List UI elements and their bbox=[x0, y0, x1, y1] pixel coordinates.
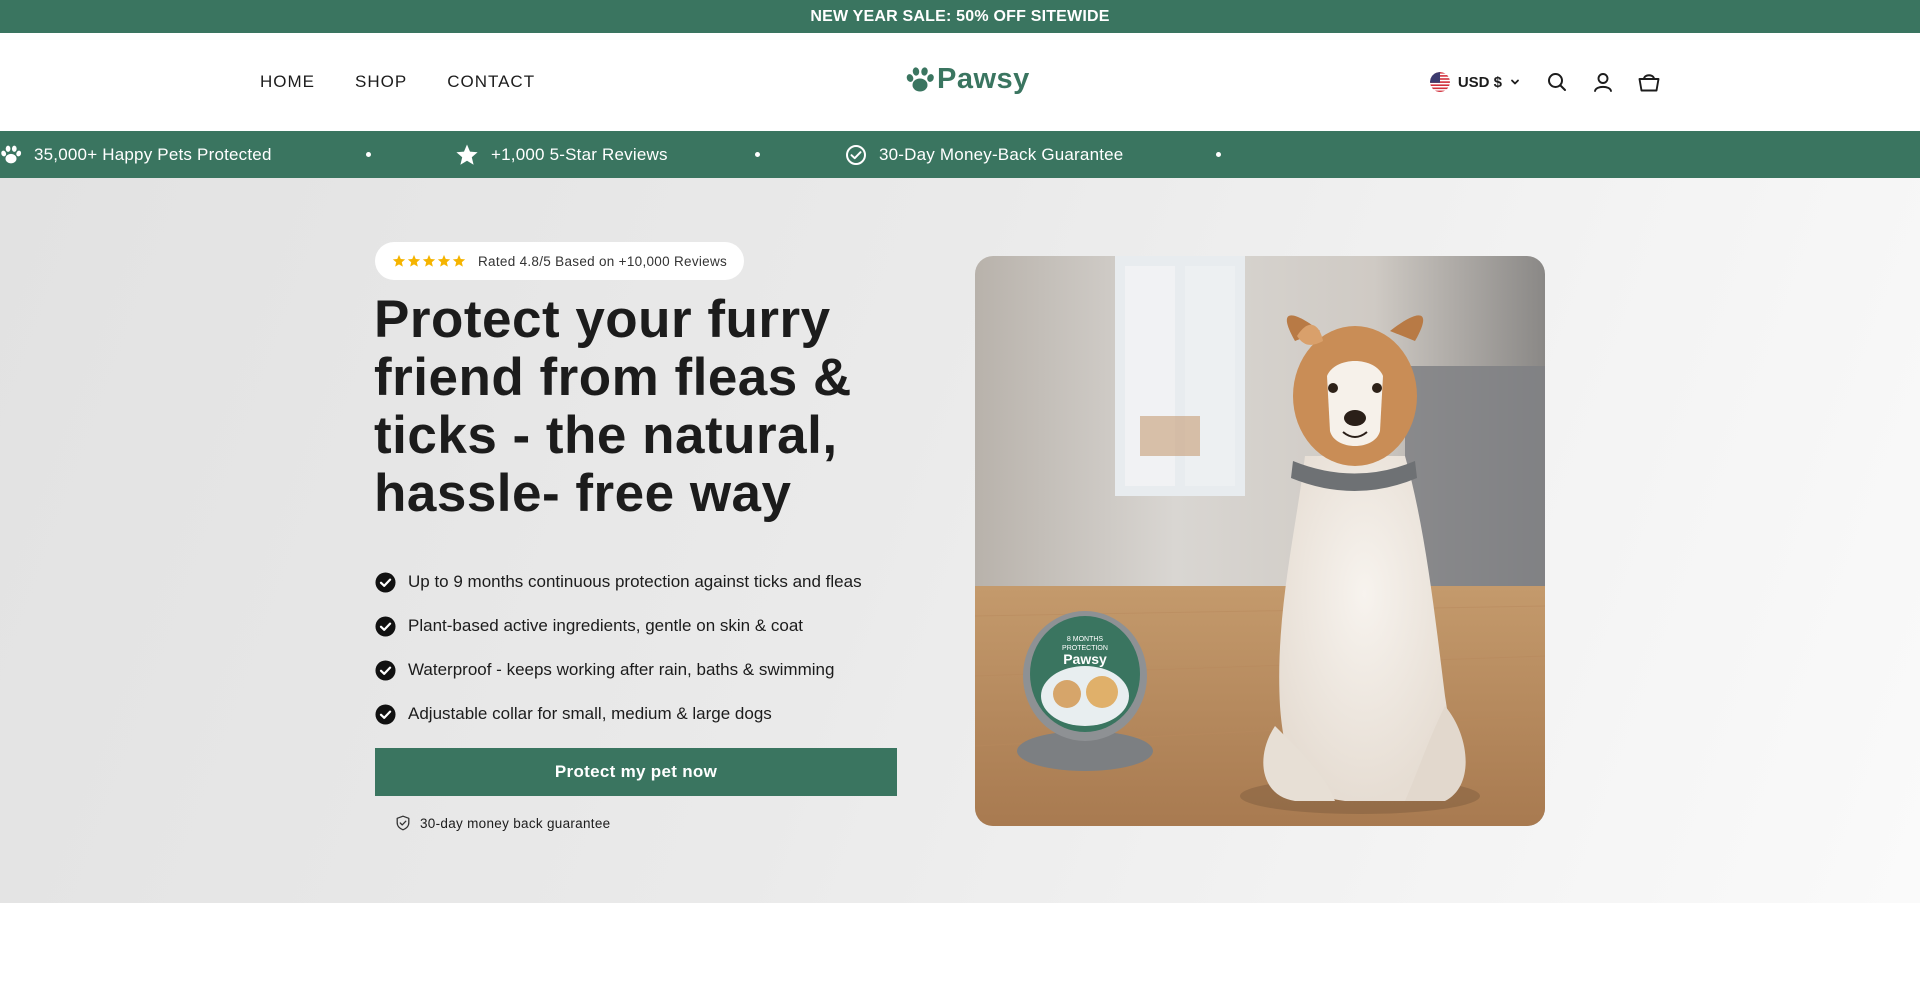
trust-item-label: +1,000 5-Star Reviews bbox=[491, 144, 668, 164]
cart-button[interactable] bbox=[1636, 69, 1662, 95]
shield-check-icon bbox=[396, 815, 410, 831]
check-circle-icon bbox=[375, 571, 396, 593]
benefit-item: Adjustable collar for small, medium & la… bbox=[375, 692, 862, 736]
logo-text: Pawsy bbox=[937, 63, 1030, 95]
header-actions: USD $ bbox=[1429, 33, 1662, 131]
account-button[interactable] bbox=[1590, 69, 1616, 95]
trust-item-label: 35,000+ Happy Pets Protected bbox=[34, 144, 272, 164]
rating-stars bbox=[392, 254, 466, 268]
benefit-text: Waterproof - keeps working after rain, b… bbox=[408, 660, 835, 679]
benefit-item: Plant-based active ingredients, gentle o… bbox=[375, 604, 862, 648]
product-lid-text: PROTECTION bbox=[1062, 645, 1108, 652]
benefit-item: Up to 9 months continuous protection aga… bbox=[375, 560, 862, 604]
guarantee-text: 30-day money back guarantee bbox=[420, 815, 611, 831]
star-icon bbox=[392, 254, 406, 267]
main-nav: HOME SHOP CONTACT bbox=[260, 33, 535, 131]
paw-icon bbox=[906, 66, 934, 91]
check-circle-icon bbox=[846, 144, 866, 165]
hero-headline: Protect your furry friend from fleas & t… bbox=[374, 290, 852, 523]
announcement-bar: NEW YEAR SALE: 50% OFF SITEWIDE bbox=[0, 0, 1920, 33]
account-icon bbox=[1594, 73, 1612, 92]
currency-selector[interactable]: USD $ bbox=[1429, 72, 1520, 92]
divider-dot bbox=[366, 152, 371, 157]
benefit-text: Up to 9 months continuous protection aga… bbox=[408, 572, 862, 591]
star-icon bbox=[456, 144, 478, 165]
benefit-list: Up to 9 months continuous protection aga… bbox=[375, 560, 862, 736]
nav-home-link[interactable]: HOME bbox=[260, 72, 315, 92]
trust-item-reviews: +1,000 5-Star Reviews bbox=[455, 131, 668, 178]
product-brand: Pawsy bbox=[1063, 651, 1107, 667]
product-lid-text: 8 MONTHS bbox=[1067, 636, 1104, 643]
search-button[interactable] bbox=[1544, 69, 1570, 95]
check-circle-icon bbox=[375, 703, 396, 725]
trust-bar: 35,000+ Happy Pets Protected +1,000 5-St… bbox=[0, 131, 1920, 178]
benefit-text: Adjustable collar for small, medium & la… bbox=[408, 704, 772, 723]
chevron-down-icon bbox=[1511, 79, 1519, 85]
benefit-text: Plant-based active ingredients, gentle o… bbox=[408, 616, 804, 635]
divider-dot bbox=[1216, 152, 1221, 157]
currency-label: USD $ bbox=[1457, 73, 1502, 91]
guarantee-note: 30-day money back guarantee bbox=[395, 815, 610, 831]
site-logo[interactable]: Pawsy bbox=[905, 63, 1030, 96]
search-icon bbox=[1548, 73, 1566, 91]
trust-item-label: 30-Day Money-Back Guarantee bbox=[879, 144, 1124, 164]
cart-icon bbox=[1638, 74, 1660, 92]
dog-with-collar-photo: Pawsy 8 MONTHS PROTECTION bbox=[975, 256, 1545, 826]
check-circle-icon bbox=[375, 659, 396, 681]
star-icon bbox=[407, 254, 421, 267]
hero-section: Rated 4.8/5 Based on +10,000 Reviews Pro… bbox=[0, 178, 1920, 903]
announcement-text: NEW YEAR SALE: 50% OFF SITEWIDE bbox=[810, 7, 1110, 25]
star-icon bbox=[422, 254, 436, 267]
paw-icon bbox=[1, 145, 22, 163]
site-header: HOME SHOP CONTACT Pawsy USD $ bbox=[0, 33, 1920, 131]
benefit-item: Waterproof - keeps working after rain, b… bbox=[375, 648, 862, 692]
rating-badge: Rated 4.8/5 Based on +10,000 Reviews bbox=[375, 242, 745, 280]
hero-image: Pawsy 8 MONTHS PROTECTION bbox=[975, 256, 1545, 826]
trust-item-guarantee: 30-Day Money-Back Guarantee bbox=[845, 131, 1123, 178]
us-flag-icon bbox=[1429, 72, 1450, 92]
nav-contact-link[interactable]: CONTACT bbox=[447, 72, 535, 92]
rating-text: Rated 4.8/5 Based on +10,000 Reviews bbox=[478, 253, 728, 269]
check-circle-icon bbox=[375, 615, 396, 637]
protect-pet-button[interactable]: Protect my pet now bbox=[375, 748, 897, 796]
nav-shop-link[interactable]: SHOP bbox=[355, 72, 407, 92]
divider-dot bbox=[755, 152, 760, 157]
star-icon bbox=[437, 254, 451, 267]
trust-item-pets: 35,000+ Happy Pets Protected bbox=[0, 131, 272, 178]
star-icon bbox=[452, 254, 466, 267]
